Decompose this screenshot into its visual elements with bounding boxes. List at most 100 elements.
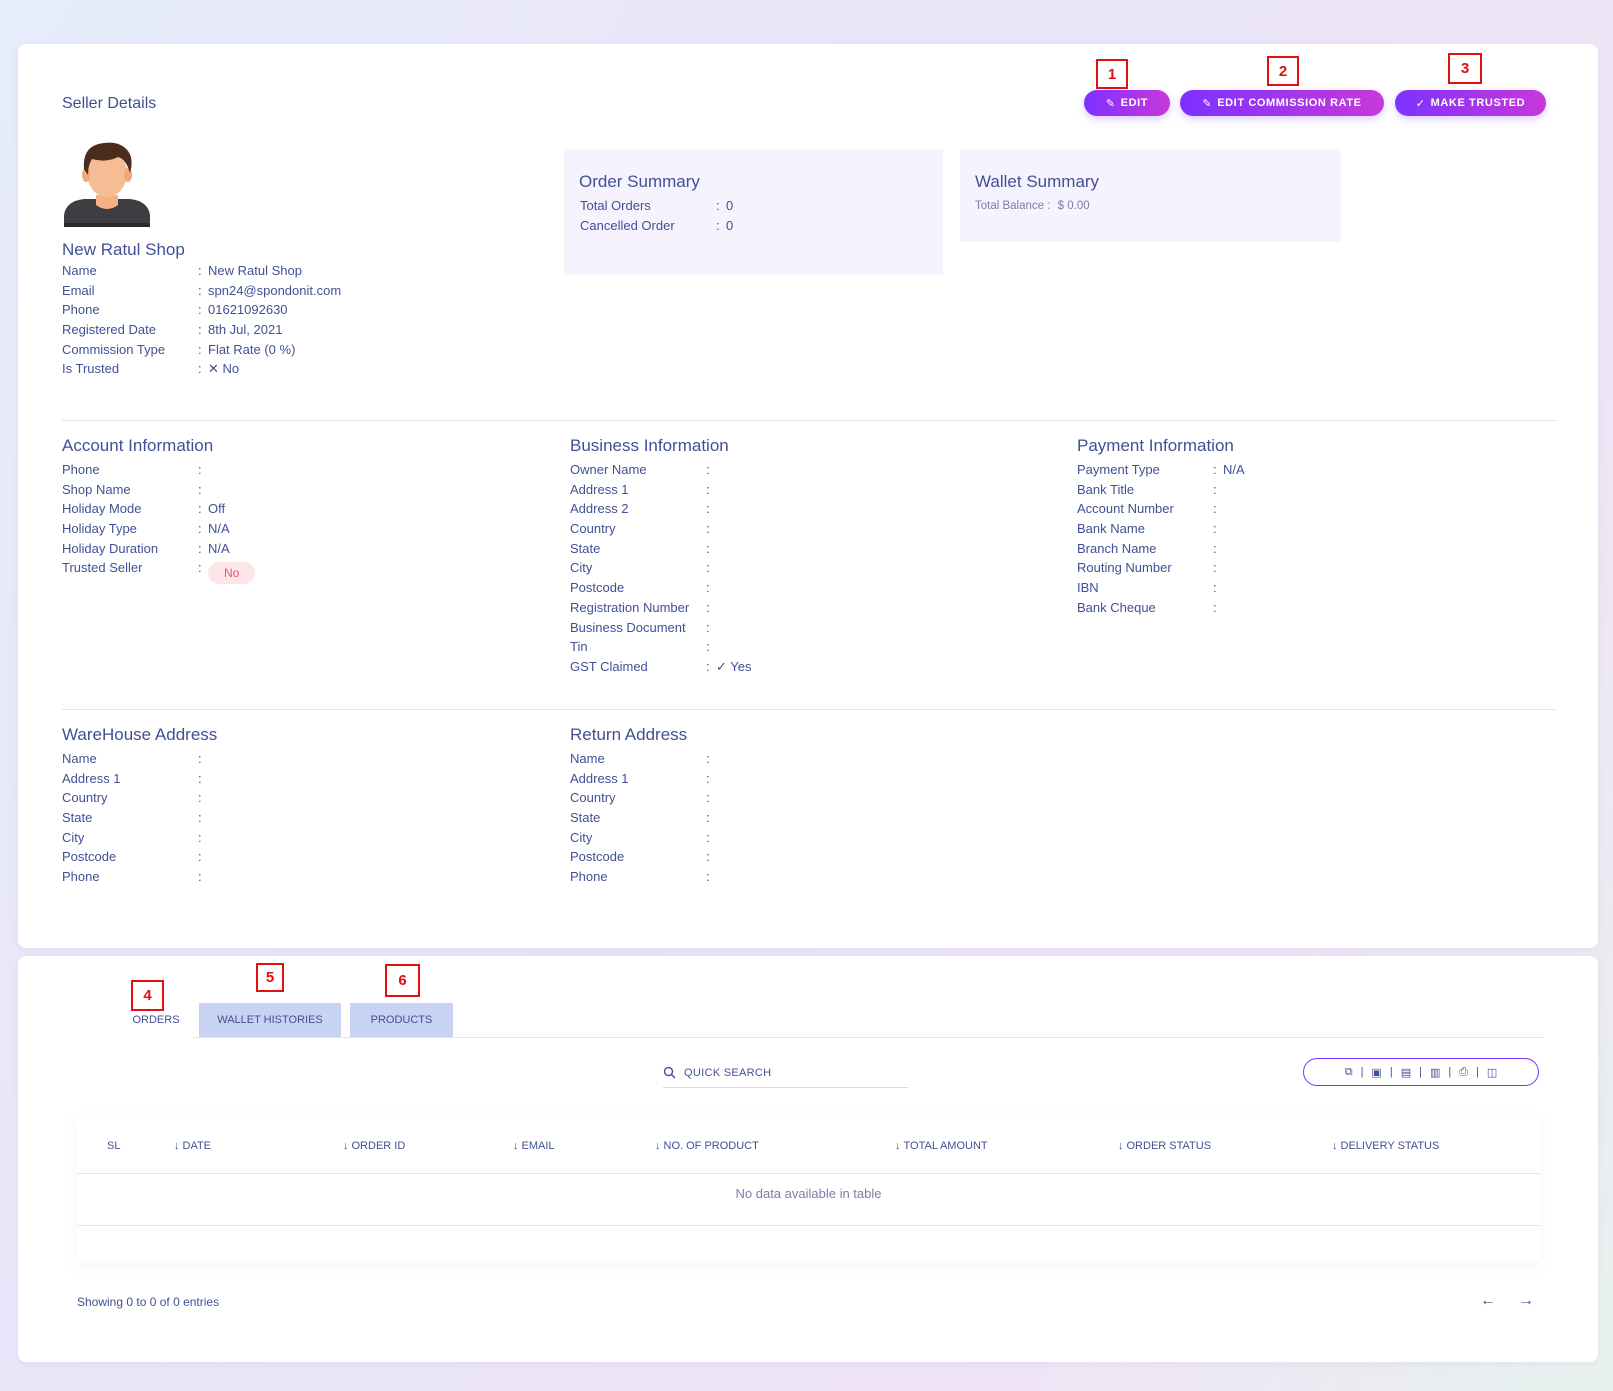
pencil-icon: ✎ [1202, 97, 1213, 110]
colon-separator: : [1213, 462, 1217, 477]
detail-label: Shop Name [62, 481, 131, 497]
avatar [64, 142, 150, 227]
detail-label: Name [62, 751, 97, 766]
warehouse-address-list: Name: Address 1: Country: State: City: Postco… [62, 751, 208, 889]
column-header-order-id[interactable]: ↓ ORDER ID [343, 1140, 405, 1152]
annotation-marker: 1 [1096, 59, 1128, 89]
column-header-label: DATE [182, 1140, 212, 1152]
detail-value: Off [208, 501, 226, 517]
colon-separator: : [706, 810, 710, 826]
colon-separator: : [198, 282, 202, 298]
column-header-label: ORDER STATUS [1126, 1140, 1212, 1152]
detail-value: Flat Rate (0 %) [208, 341, 296, 357]
detail-row: Postcode: [62, 849, 208, 869]
sort-arrow-icon: ↓ [1118, 1140, 1124, 1152]
tab-products[interactable]: PRODUCTS [350, 1003, 453, 1037]
detail-row: Address 2: [570, 501, 752, 521]
tab-wallet-histories[interactable]: WALLET HISTORIES [199, 1003, 341, 1037]
detail-label: Phone [62, 462, 100, 477]
sort-arrow-icon: ↓ [174, 1140, 180, 1152]
colon-separator: : [198, 361, 202, 377]
sort-arrow-icon: ↓ [655, 1140, 661, 1152]
detail-row: City: [570, 560, 752, 580]
table-header-divider [77, 1173, 1540, 1174]
colon-separator: : [706, 849, 710, 865]
detail-row: IBN: [1077, 580, 1245, 600]
detail-label: City [570, 829, 593, 845]
column-header-date[interactable]: ↓ DATE [174, 1140, 211, 1152]
detail-label: State [570, 810, 601, 826]
next-page-button[interactable]: → [1518, 1292, 1534, 1310]
detail-row: Business Document: [570, 620, 752, 640]
business-information-list: Owner Name: Address 1: Address 2: Country: S… [570, 462, 752, 679]
previous-page-button[interactable]: ← [1480, 1292, 1496, 1310]
column-header-email[interactable]: ↓ EMAIL [513, 1140, 555, 1152]
column-header-sl[interactable]: SL [107, 1140, 120, 1152]
table-row-divider [77, 1225, 1540, 1226]
detail-row: Routing Number: [1077, 560, 1245, 580]
detail-row: Country: [570, 521, 752, 541]
colon-separator: : [706, 639, 710, 655]
tab-divider [193, 1037, 1543, 1038]
detail-value: No [222, 361, 240, 377]
column-header-delivery-status[interactable]: ↓ DELIVERY STATUS [1332, 1140, 1439, 1152]
detail-row: City: [570, 830, 716, 850]
payment-information-list: Payment Type: N/A Bank Title: Account Numbe… [1077, 462, 1245, 620]
detail-row: Cancelled Order:0 [580, 218, 733, 238]
shop-name-heading: New Ratul Shop [62, 240, 185, 259]
account-information-title: Account Information [62, 436, 214, 455]
colon-separator: : [706, 560, 710, 576]
pdf-icon[interactable]: ▥ [1430, 1066, 1440, 1079]
detail-label: Holiday Duration [62, 540, 159, 556]
edit-commission-rate-button[interactable]: ✎ EDIT COMMISSION RATE [1180, 90, 1384, 116]
detail-label: Name [62, 263, 97, 278]
detail-row: Branch Name: [1077, 541, 1245, 561]
columns-icon[interactable]: ◫ [1487, 1066, 1497, 1079]
csv-icon[interactable]: ▤ [1401, 1066, 1411, 1079]
detail-row: State: [62, 810, 208, 830]
detail-label: Total Orders [580, 198, 651, 213]
detail-row: Phone: [62, 462, 255, 482]
business-information-title: Business Information [570, 436, 729, 455]
detail-row: Registration Number: [570, 600, 752, 620]
colon-separator: : [706, 540, 710, 556]
colon-separator: : [716, 217, 720, 233]
detail-row: Is Trusted: ✕ No [62, 361, 341, 381]
detail-value: 8th Jul, 2021 [208, 322, 283, 338]
colon-separator: : [1213, 540, 1217, 556]
detail-label: Country [62, 790, 108, 806]
order-summary-list: Total Orders:0 Cancelled Order:0 [580, 198, 733, 237]
edit-button[interactable]: ✎ EDIT [1084, 90, 1170, 116]
print-icon[interactable]: ⎙ [1459, 1066, 1468, 1079]
detail-row: State: [570, 810, 716, 830]
detail-row: Bank Cheque: [1077, 600, 1245, 620]
column-header-total-amount[interactable]: ↓ TOTAL AMOUNT [895, 1140, 988, 1152]
detail-row: Trusted Seller: No [62, 560, 256, 585]
annotation-marker: 2 [1267, 56, 1299, 86]
order-summary-title: Order Summary [579, 172, 700, 191]
export-buttons: ⧉ | ▣ | ▤ | ▥ | ⎙ | ◫ [1303, 1058, 1539, 1086]
detail-label: Commission Type [62, 341, 166, 357]
copy-icon[interactable]: ⧉ [1345, 1066, 1353, 1079]
excel-icon[interactable]: ▣ [1371, 1066, 1381, 1079]
column-header-no-of-product[interactable]: ↓ NO. OF PRODUCT [655, 1140, 759, 1152]
sort-arrow-icon: ↓ [513, 1140, 519, 1152]
colon-separator: : [706, 481, 710, 497]
column-header-order-status[interactable]: ↓ ORDER STATUS [1118, 1140, 1211, 1152]
colon-separator: : [1213, 501, 1217, 517]
search-input[interactable] [684, 1066, 884, 1079]
detail-label: Email [62, 282, 95, 298]
detail-label: Phone [62, 869, 100, 885]
detail-row: Postcode: [570, 849, 716, 869]
detail-label: Address 1 [62, 770, 121, 786]
make-trusted-button[interactable]: ✓ MAKE TRUSTED [1395, 90, 1546, 116]
colon-separator: : [198, 829, 202, 845]
detail-label: State [62, 810, 93, 826]
detail-label: Address 1 [570, 770, 629, 786]
sort-arrow-icon: ↓ [895, 1140, 901, 1152]
colon-separator: : [706, 501, 710, 517]
tab-orders[interactable]: ORDERS [117, 1004, 195, 1036]
colon-separator: : [1213, 560, 1217, 576]
detail-value: 01621092630 [208, 302, 288, 318]
detail-row: Postcode: [570, 580, 752, 600]
